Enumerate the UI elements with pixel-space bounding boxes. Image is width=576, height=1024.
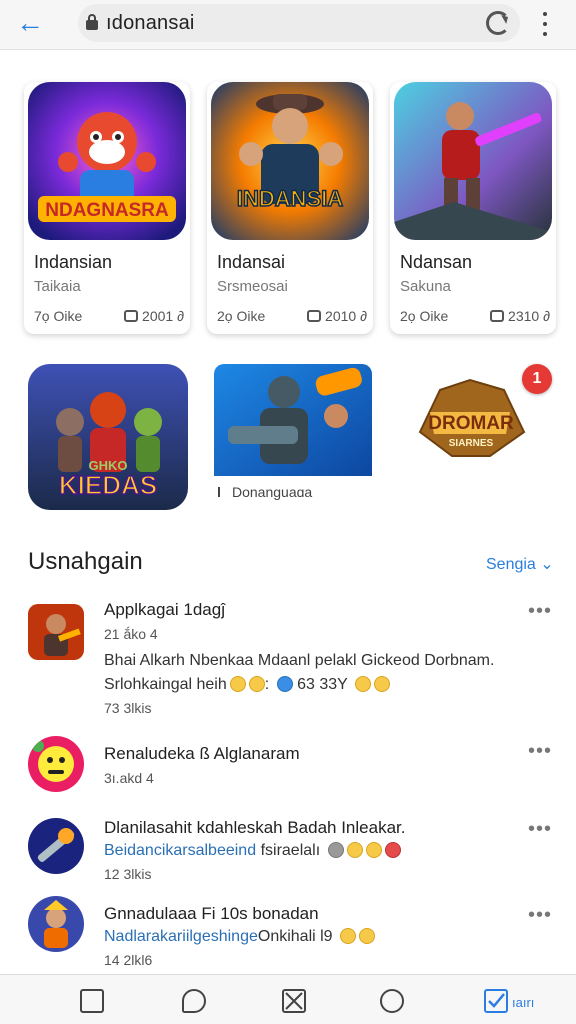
more-horizontal-icon[interactable]: ••• xyxy=(528,600,552,623)
likes-count: 7ọ Oike xyxy=(34,308,83,324)
emoji-icon xyxy=(359,928,376,944)
comments-count: 2010 ∂ xyxy=(307,308,367,324)
chat-icon[interactable] xyxy=(182,989,206,1013)
game-art[interactable] xyxy=(394,82,552,240)
emoji-icon xyxy=(346,842,363,858)
avatar[interactable] xyxy=(28,818,84,874)
list-item-title: Dlanilasahit kdahleskah Badah Inleakar. xyxy=(104,818,406,837)
svg-text:NDAGNASRA: NDAGNASRA xyxy=(45,200,169,221)
tasks-icon[interactable] xyxy=(484,989,508,1013)
card-title: Indansai xyxy=(217,252,286,272)
emoji-icon xyxy=(229,676,246,692)
emoji-icon xyxy=(384,842,401,858)
card-title: Ndansan xyxy=(400,252,473,272)
list-item-link[interactable]: Beidancikarsalbeeind fsiraelalı xyxy=(104,842,401,860)
comments-count: 2310 ∂ xyxy=(490,308,550,324)
game-tile[interactable]: GHKO KIEDAS xyxy=(28,364,188,510)
notification-icon[interactable] xyxy=(380,989,404,1013)
emoji-icon xyxy=(327,842,344,858)
comment-icon xyxy=(307,310,322,322)
list-item-link[interactable]: NadlarakariilgeshingeOnkihali l9 xyxy=(104,928,376,946)
list-item-footer: 12 3lkis xyxy=(104,866,152,882)
comment-icon xyxy=(490,310,505,322)
arrow-left-icon[interactable]: ← xyxy=(16,8,52,40)
avatar[interactable] xyxy=(28,604,84,660)
game-logo-tile[interactable]: DROMAR SIARNES xyxy=(410,372,532,468)
card-subtitle: Taikaia xyxy=(34,278,81,295)
emoji-icon xyxy=(248,676,265,692)
list-item-title: Applkagai 1dagĵ xyxy=(104,600,225,619)
home-icon[interactable] xyxy=(80,989,104,1013)
sort-dropdown[interactable]: Sengia ⌄ xyxy=(486,554,554,574)
flag-icon xyxy=(218,487,226,497)
list-item[interactable]: Applkagai 1dagĵ 21 ắko 4 Bhai Alkarh Nbe… xyxy=(0,600,576,720)
chevron-down-icon: ⌄ xyxy=(540,556,554,573)
likes-count: 2ọ Oike xyxy=(217,308,266,324)
emoji-icon xyxy=(340,928,357,944)
list-item-title: Gnnadulaaa Fi 10s bonadan xyxy=(104,904,319,923)
card-title: Indansian xyxy=(34,252,113,272)
lock-icon xyxy=(86,14,98,30)
list-item-title: Renaludeka ß Alglanaram xyxy=(104,744,300,763)
notification-badge[interactable]: 1 xyxy=(522,364,552,394)
list-item-footer: 73 3lkis xyxy=(104,700,152,716)
url-text[interactable]: ıdonansai xyxy=(106,12,195,35)
emoji-icon xyxy=(365,842,382,858)
avatar[interactable] xyxy=(28,736,84,792)
svg-text:INDANSIA: INDANSIA xyxy=(237,186,343,211)
share-icon[interactable] xyxy=(282,989,306,1013)
card-subtitle: Srsmeosai xyxy=(217,278,288,295)
bottom-nav: ıaırı xyxy=(0,974,576,1024)
more-horizontal-icon[interactable]: ••• xyxy=(528,818,552,841)
section-title: Usnahgain xyxy=(28,548,143,575)
browser-toolbar: ← ıdonansai xyxy=(0,0,576,50)
game-art[interactable]: INDANSIA xyxy=(211,82,369,240)
emoji-icon xyxy=(276,676,293,692)
featured-card[interactable]: Ndansan Sakuna 2ọ Oike 2310 ∂ xyxy=(390,82,556,334)
kebab-menu-icon[interactable] xyxy=(538,10,552,38)
avatar[interactable] xyxy=(28,896,84,952)
list-item-footer: 14 2lkl6 xyxy=(104,952,153,968)
featured-card[interactable]: NDAGNASRA Indansian Taikaia 7ọ Oike 2001… xyxy=(24,82,190,334)
list-item-meta: 3ı.akd 4 xyxy=(104,770,154,786)
list-item[interactable]: Gnnadulaaa Fi 10s bonadan Nadlarakariilg… xyxy=(0,896,576,968)
game-tile[interactable] xyxy=(214,364,372,476)
comment-icon xyxy=(124,310,139,322)
emoji-icon xyxy=(373,676,390,692)
list-item[interactable]: Renaludeka ß Alglanaram 3ı.akd 4 ••• xyxy=(0,736,576,796)
address-bar[interactable]: ıdonansai xyxy=(78,4,520,42)
comments-count: 2001 ∂ xyxy=(124,308,184,324)
featured-card[interactable]: INDANSIA Indansai Srsmeosai 2ọ Oike 2010… xyxy=(207,82,373,334)
svg-text:SIARNES: SIARNES xyxy=(449,438,494,449)
more-horizontal-icon[interactable]: ••• xyxy=(528,740,552,763)
list-item-meta: 21 ắko 4 xyxy=(104,626,158,642)
game-art[interactable]: NDAGNASRA xyxy=(28,82,186,240)
emoji-icon xyxy=(354,676,371,692)
tile-caption: Donanguaɑa xyxy=(218,484,312,500)
card-subtitle: Sakuna xyxy=(400,278,451,295)
nav-active-label[interactable]: ıaırı xyxy=(512,995,534,1010)
likes-count: 2ọ Oike xyxy=(400,308,449,324)
list-item[interactable]: Dlanilasahit kdahleskah Badah Inleakar. … xyxy=(0,818,576,882)
svg-text:KIEDAS: KIEDAS xyxy=(59,470,157,500)
reload-icon[interactable] xyxy=(486,11,510,35)
more-horizontal-icon[interactable]: ••• xyxy=(528,904,552,927)
list-item-text: Srlohkaingal heih: 63 33Y xyxy=(104,676,390,694)
svg-text:DROMAR: DROMAR xyxy=(428,413,514,434)
list-item-text: Bhai Alkarh Nbenkaa Mdaanl pelakl Gickeo… xyxy=(104,652,495,669)
